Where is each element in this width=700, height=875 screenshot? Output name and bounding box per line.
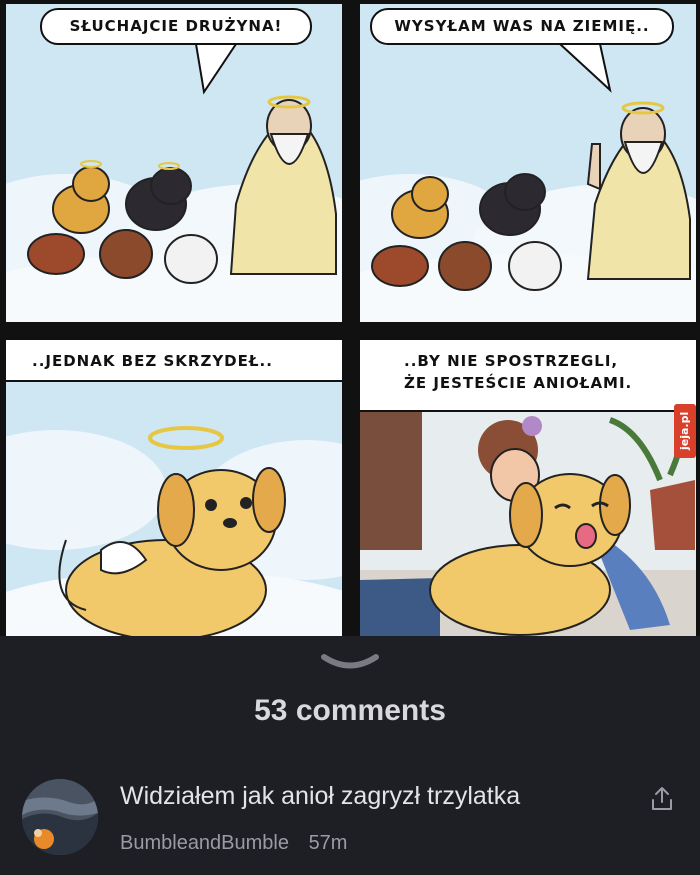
watermark-logo: jeja.pl [674, 404, 696, 458]
panel-caption: ..BY NIE SPOSTRZEGLI, ŻE JESTEŚCIE ANIOŁ… [360, 340, 696, 412]
comic-panel-4: ..BY NIE SPOSTRZEGLI, ŻE JESTEŚCIE ANIOŁ… [358, 338, 698, 638]
speech-bubble: SŁUCHAJCIE DRUŻYNA! [40, 8, 312, 45]
share-icon[interactable] [650, 786, 674, 812]
comment-meta: BumbleandBumble 57m [120, 832, 347, 855]
comic-panel-3: ..JEDNAK BEZ SKRZYDEŁ.. [4, 338, 344, 638]
panel-3-illustration [6, 340, 342, 636]
panel-caption: ..JEDNAK BEZ SKRZYDEŁ.. [6, 340, 342, 382]
comment-author[interactable]: BumbleandBumble [120, 832, 289, 854]
comic-panel-1: SŁUCHAJCIE DRUŻYNA! [4, 2, 344, 324]
caption-line-1: ..BY NIE SPOSTRZEGLI, [404, 352, 619, 370]
chevron-down-icon[interactable] [318, 652, 382, 674]
comic-panel-2: WYSYŁAM WAS NA ZIEMIĘ.. [358, 2, 698, 324]
comments-section: 53 comments Widziałem jak anioł zagryzł … [0, 636, 700, 875]
comment-time: 57m [308, 832, 348, 854]
avatar-image [22, 779, 98, 855]
avatar[interactable] [22, 779, 98, 855]
speech-bubble: WYSYŁAM WAS NA ZIEMIĘ.. [370, 8, 674, 45]
comic-image: SŁUCHAJCIE DRUŻYNA! WYSYŁAM WAS NA ZIEMI… [0, 0, 700, 638]
comments-count: 53 comments [254, 694, 446, 727]
comment-text: Widziałem jak anioł zagryzł trzylatka [120, 782, 521, 810]
caption-line-2: ŻE JESTEŚCIE ANIOŁAMI. [404, 374, 633, 392]
panel-2-illustration [360, 4, 696, 322]
panel-1-illustration [6, 4, 342, 322]
